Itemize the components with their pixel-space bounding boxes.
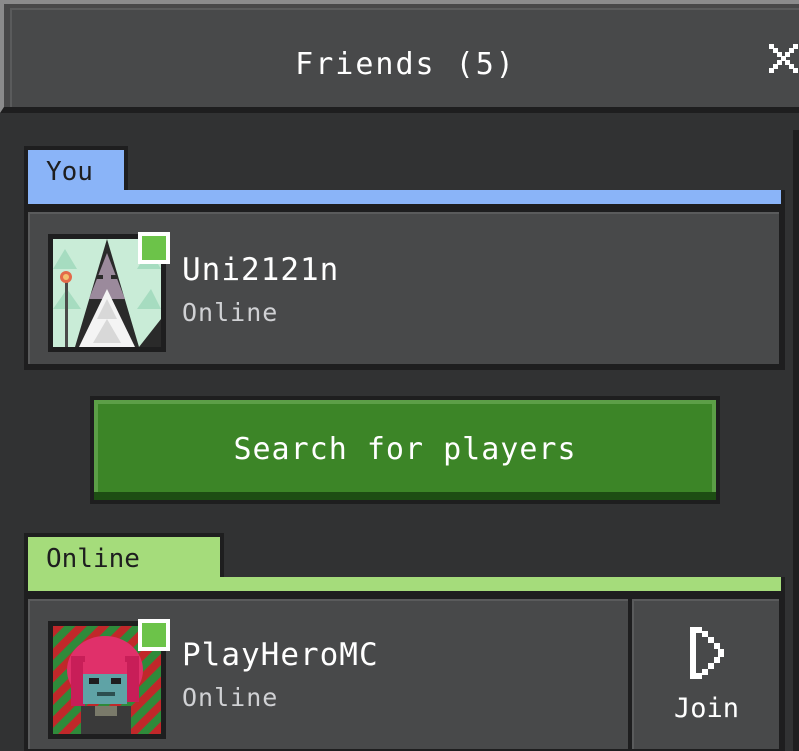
tab-you-underline xyxy=(24,190,785,208)
search-players-button-face: Search for players xyxy=(94,400,716,492)
search-players-label: Search for players xyxy=(233,432,577,467)
join-label: Join xyxy=(673,693,740,724)
header-bar: Friends (5) xyxy=(0,0,799,113)
online-status-indicator xyxy=(138,619,170,651)
tab-online-underline xyxy=(24,577,785,595)
friend-status: Online xyxy=(182,683,279,712)
online-status-indicator xyxy=(138,232,170,264)
search-players-button-shadow xyxy=(94,492,716,500)
player-card-self: Uni2121n Online xyxy=(24,208,785,370)
player-name: Uni2121n xyxy=(182,252,340,288)
header-panel: Friends (5) xyxy=(10,8,799,107)
friend-card: PlayHeroMC Online Join xyxy=(24,595,785,751)
friend-card-body[interactable]: PlayHeroMC Online xyxy=(28,599,628,749)
join-button[interactable]: Join xyxy=(632,599,779,749)
tab-you: You xyxy=(24,146,128,194)
play-icon xyxy=(690,627,724,679)
player-status: Online xyxy=(182,298,279,327)
tab-you-label: You xyxy=(46,157,93,187)
player-card-self-body: Uni2121n Online xyxy=(28,212,779,364)
page-title: Friends (5) xyxy=(295,47,516,82)
search-players-button[interactable]: Search for players xyxy=(90,396,720,504)
close-icon xyxy=(769,44,798,73)
close-button[interactable] xyxy=(765,40,799,80)
scrollbar-track[interactable] xyxy=(793,130,799,751)
tab-online: Online (5) xyxy=(24,533,224,618)
friend-name: PlayHeroMC xyxy=(182,637,379,673)
